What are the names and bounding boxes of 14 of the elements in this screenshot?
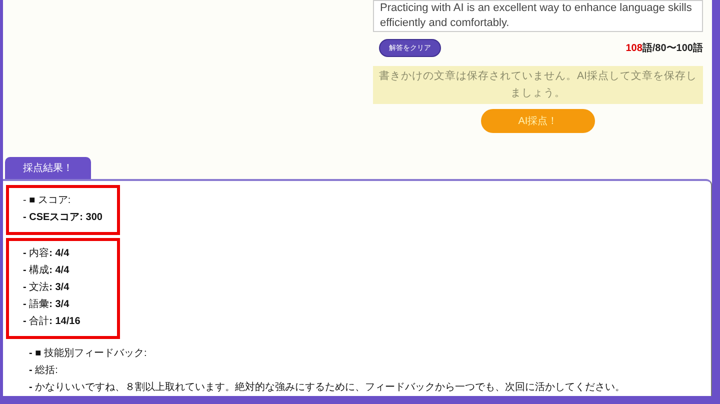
result-line: - 内容: 4/4 [23,246,70,261]
word-count: 108語/80〜100語 [626,42,703,55]
unsaved-notice: 書きかけの文章は保存されていません。AI採点して文章を保存しましょう。 [373,66,703,104]
result-line: - 文法: 3/4 [23,280,70,295]
result-line: - 構成: 4/4 [23,264,70,278]
result-line: - ■ 技能別フィードバック: [29,346,148,361]
essay-field[interactable]: Practicing with AI is an excellent way to enhance language skills efficiently and comfortably. [373,0,703,32]
result-tab[interactable]: 採点結果！ [5,157,91,179]
result-line: - 合計: 14/16 [23,314,82,329]
result-line: - 語彙: 3/4 [23,298,70,312]
result-line: - かなりいいですね、８割以上取れています。絶対的な強みにするために、フィードバックから一つでも、次回に活かしてください。 [29,380,626,395]
result-line: - CSEスコア: 300 [23,211,103,225]
result-line: - ■ スコア: [23,194,72,208]
result-line: - 総括: [29,364,59,378]
